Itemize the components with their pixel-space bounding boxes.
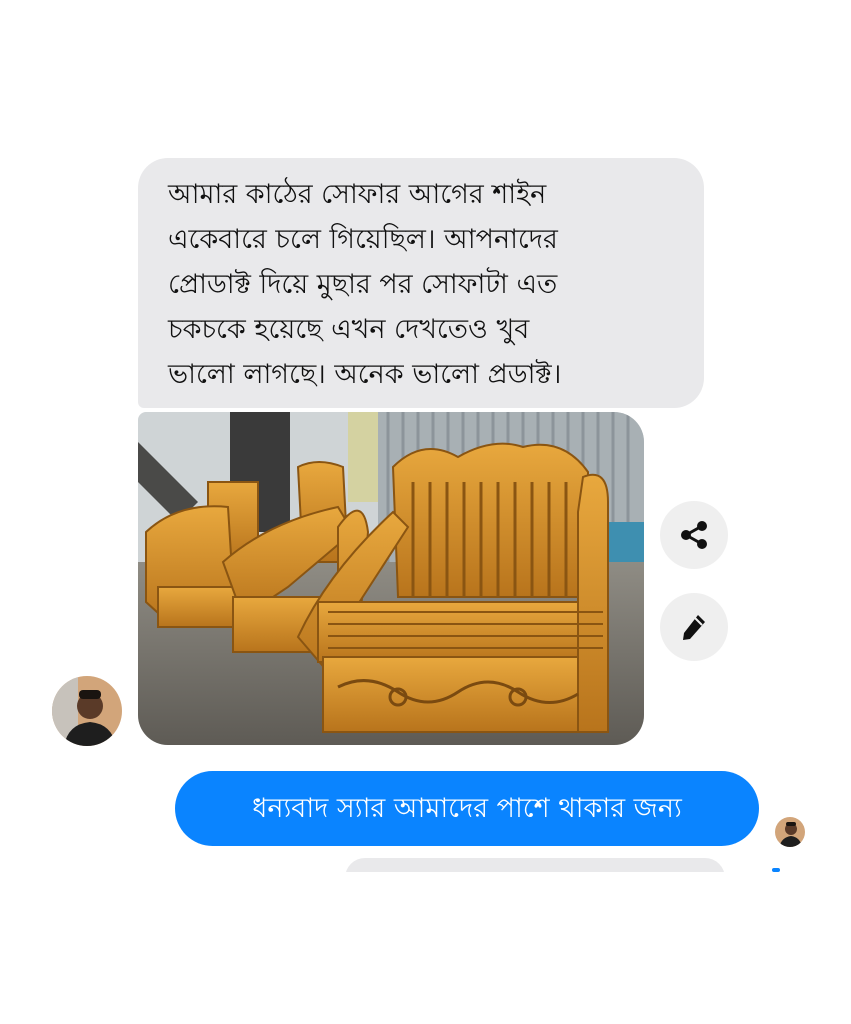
sender-avatar[interactable] [52,676,122,746]
avatar-photo [52,676,122,746]
chat-screen: আমার কাঠের সোফার আগের শাইন একেবারে চলে গ… [0,0,851,1024]
pencil-icon [683,615,705,640]
partial-status-indicator [772,868,780,872]
share-button[interactable] [660,501,728,569]
screenshot-crop-area [0,872,851,1024]
outgoing-message-bubble[interactable]: ধন্যবাদ স্যার আমাদের পাশে থাকার জন্য [175,771,759,846]
read-receipt-avatar [775,817,805,847]
share-icon [681,521,707,549]
incoming-photo[interactable] [138,412,644,745]
incoming-message-bubble[interactable]: আমার কাঠের সোফার আগের শাইন একেবারে চলে গ… [138,158,704,408]
avatar-photo-small [775,817,805,847]
edit-button[interactable] [660,593,728,661]
sofa-photo-illustration [138,412,644,745]
